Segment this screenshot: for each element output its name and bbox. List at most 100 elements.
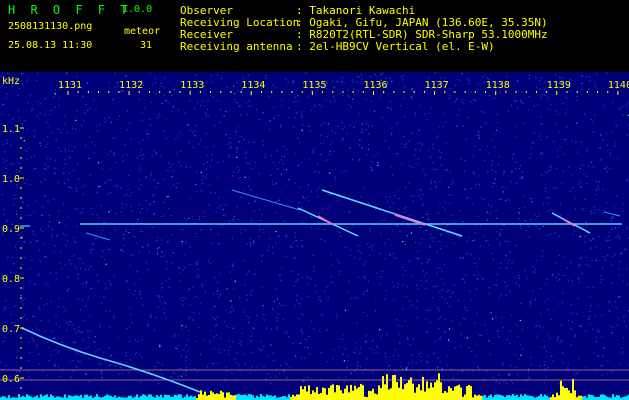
noise-speck	[181, 241, 183, 243]
noise-speck	[416, 300, 418, 302]
histogram-bar	[26, 394, 28, 400]
noise-speck	[561, 182, 563, 184]
noise-speck	[218, 348, 220, 350]
noise-speck	[590, 118, 592, 120]
noise-speck	[177, 375, 179, 378]
histogram-bar	[532, 396, 534, 400]
noise-speck	[161, 251, 163, 253]
noise-speck	[207, 260, 209, 262]
noise-speck	[530, 198, 532, 200]
noise-speck	[185, 356, 187, 358]
noise-speck	[265, 75, 267, 77]
noise-speck	[608, 246, 610, 249]
noise-speck	[337, 125, 339, 127]
noise-speck	[161, 303, 163, 305]
noise-speck	[79, 212, 81, 214]
noise-speck	[10, 271, 12, 273]
noise-speck	[354, 257, 356, 259]
histogram-bar	[308, 385, 310, 400]
noise-speck	[272, 84, 274, 86]
noise-speck	[39, 112, 41, 114]
noise-speck	[441, 368, 443, 370]
noise-speck	[14, 305, 16, 307]
noise-speck	[528, 376, 531, 378]
noise-speck	[440, 234, 442, 236]
noise-speck	[313, 266, 315, 268]
noise-speck	[64, 163, 67, 165]
noise-speck	[417, 163, 419, 165]
noise-speck	[279, 274, 281, 276]
noise-speck	[238, 365, 240, 367]
noise-speck	[292, 82, 294, 84]
noise-speck	[408, 140, 410, 142]
noise-speck	[602, 267, 604, 269]
noise-speck	[535, 325, 537, 327]
noise-speck	[547, 202, 549, 204]
noise-speck	[75, 119, 77, 121]
noise-speck	[71, 187, 73, 189]
histogram-bar	[418, 384, 420, 400]
noise-speck	[288, 107, 290, 109]
noise-speck	[20, 300, 22, 302]
noise-speck	[74, 146, 76, 148]
noise-speck	[626, 268, 628, 270]
noise-speck	[68, 150, 70, 152]
noise-speck	[356, 365, 358, 367]
noise-speck	[276, 212, 278, 214]
noise-speck	[214, 277, 216, 279]
noise-speck	[337, 259, 339, 261]
noise-speck	[325, 99, 327, 101]
noise-speck	[571, 312, 573, 314]
noise-speck	[141, 208, 143, 210]
histogram-bar	[140, 396, 142, 400]
noise-speck	[196, 371, 198, 373]
noise-speck	[371, 161, 373, 163]
noise-speck	[597, 304, 599, 306]
noise-speck	[405, 366, 407, 368]
noise-speck	[38, 329, 40, 331]
noise-speck	[246, 243, 248, 245]
noise-speck	[347, 360, 349, 362]
histogram-bar	[326, 394, 328, 400]
noise-speck	[546, 298, 549, 300]
noise-speck	[132, 235, 134, 237]
histogram-bar	[46, 394, 48, 400]
noise-speck	[158, 113, 160, 115]
noise-speck	[347, 89, 349, 91]
noise-speck	[67, 178, 69, 180]
y-axis-unit: kHz	[2, 76, 20, 87]
noise-speck	[218, 197, 220, 199]
noise-speck	[181, 296, 183, 298]
noise-speck	[484, 235, 486, 237]
noise-speck	[286, 331, 288, 333]
noise-speck	[150, 314, 152, 316]
histogram-bar	[310, 394, 312, 400]
histogram-bar	[392, 375, 394, 400]
noise-speck	[520, 99, 522, 101]
noise-speck	[368, 143, 370, 145]
histogram-bar	[316, 387, 318, 400]
noise-speck	[356, 297, 358, 299]
noise-speck	[510, 104, 512, 106]
noise-speck	[226, 325, 228, 327]
noise-speck	[519, 225, 522, 227]
noise-speck	[612, 217, 614, 220]
noise-speck	[31, 110, 33, 112]
noise-speck	[171, 214, 173, 216]
noise-speck	[4, 336, 6, 338]
noise-speck	[88, 358, 90, 360]
noise-speck	[421, 144, 423, 146]
noise-speck	[394, 194, 396, 196]
histogram-bar	[338, 385, 340, 400]
noise-speck	[428, 77, 430, 79]
noise-speck	[250, 340, 252, 342]
noise-speck	[114, 86, 116, 89]
noise-speck	[562, 275, 564, 277]
noise-speck	[171, 94, 173, 96]
noise-speck	[198, 219, 200, 221]
noise-speck	[232, 308, 234, 310]
noise-speck	[478, 134, 480, 136]
noise-speck	[420, 360, 423, 362]
noise-speck	[150, 101, 152, 103]
noise-speck	[205, 114, 207, 116]
